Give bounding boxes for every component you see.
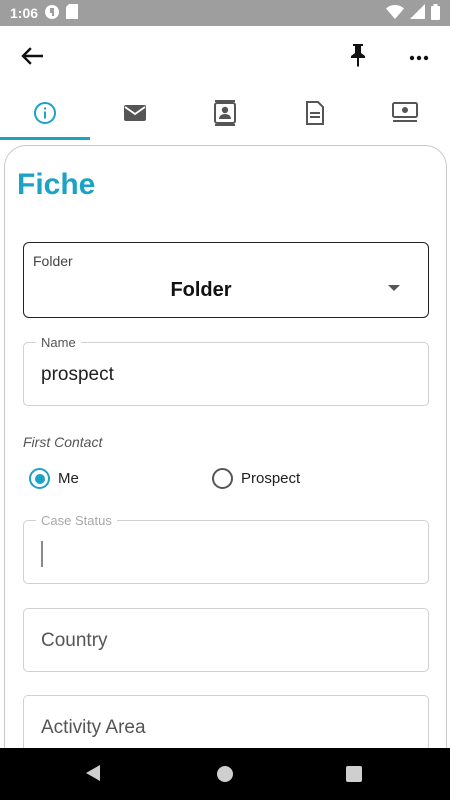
nav-back-icon[interactable]	[86, 765, 100, 781]
tab-contact[interactable]	[180, 90, 270, 140]
fiche-card: Fiche Folder Folder Name prospect First …	[4, 145, 447, 785]
first-contact-label: First Contact	[23, 434, 103, 450]
system-nav-bar	[0, 748, 450, 800]
dropdown-arrow-icon	[388, 285, 400, 291]
pin-icon	[349, 43, 367, 72]
radio-me[interactable]: Me	[29, 468, 79, 489]
back-button[interactable]	[18, 44, 46, 72]
contact-card-icon	[214, 99, 236, 131]
name-label: Name	[36, 335, 81, 350]
sd-card-icon	[66, 4, 79, 22]
battery-icon	[431, 3, 440, 23]
tab-mail[interactable]	[90, 90, 180, 140]
status-right	[386, 3, 440, 23]
status-left: 1:06	[10, 4, 79, 23]
pin-button[interactable]	[344, 42, 372, 72]
radio-prospect-label: Prospect	[241, 470, 301, 487]
document-icon	[305, 100, 325, 130]
name-field[interactable]: Name prospect	[23, 335, 429, 406]
radio-prospect[interactable]: Prospect	[212, 468, 300, 489]
case-status-field[interactable]: Case Status	[23, 513, 429, 584]
country-field[interactable]: Country	[23, 608, 429, 672]
tab-bar	[0, 90, 450, 140]
country-placeholder: Country	[41, 630, 108, 651]
wifi-icon	[386, 4, 404, 22]
signal-icon	[410, 4, 425, 22]
radio-me-label: Me	[58, 470, 79, 487]
tab-info[interactable]	[0, 90, 90, 140]
nav-home-icon[interactable]	[217, 766, 233, 782]
folder-select[interactable]: Folder Folder	[23, 242, 429, 318]
circle-app-icon	[44, 4, 60, 23]
folder-label: Folder	[33, 253, 73, 269]
activity-area-placeholder: Activity Area	[41, 717, 146, 738]
app-bar	[0, 26, 450, 88]
money-icon	[392, 101, 418, 129]
tab-document[interactable]	[270, 90, 360, 140]
radio-button-checked[interactable]	[29, 468, 50, 489]
first-contact-radio-group: Me Prospect	[29, 468, 429, 492]
more-options-button[interactable]	[404, 42, 434, 72]
case-status-label: Case Status	[36, 513, 117, 528]
name-value: prospect	[41, 364, 114, 385]
info-icon	[33, 101, 57, 130]
radio-button-unchecked[interactable]	[212, 468, 233, 489]
folder-value: Folder	[170, 279, 232, 301]
back-arrow-icon	[21, 46, 44, 70]
status-time: 1:06	[10, 5, 39, 21]
mail-icon	[123, 103, 147, 128]
tab-money[interactable]	[360, 90, 450, 140]
more-horizontal-icon	[409, 48, 429, 66]
nav-recents-icon[interactable]	[346, 766, 362, 782]
page-title: Fiche	[17, 168, 96, 201]
text-cursor	[41, 541, 43, 567]
status-bar: 1:06	[0, 0, 450, 26]
